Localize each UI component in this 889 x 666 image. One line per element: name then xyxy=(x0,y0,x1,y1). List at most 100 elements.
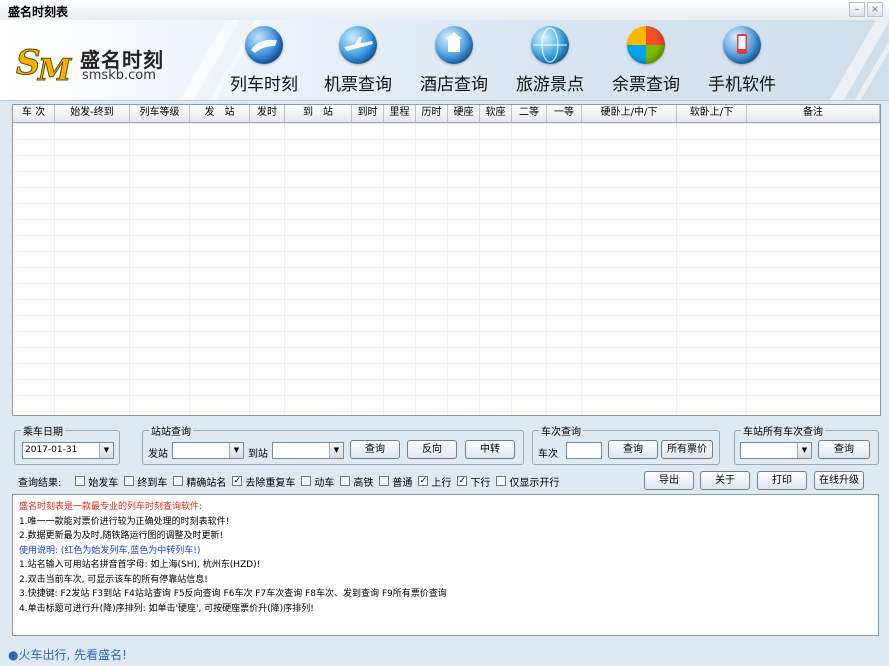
results-grid[interactable]: 车 次 始发-终到 列车等级 发 站 发时 到 站 到时 里程 历时 硬座 软座… xyxy=(12,104,881,416)
checkbox-unchecked[interactable] xyxy=(75,476,86,486)
info-line: 4.单击标题可进行升(降)序排列: 如单击'硬座', 可按硬座票价升(降)序排列… xyxy=(19,603,314,614)
info-line: 盛名时刻表是一款最专业的列车时刻查询软件: xyxy=(19,502,203,512)
filter-option[interactable]: ✓ 去除重复车 xyxy=(232,474,295,489)
info-line: 2.数据更新最为及时,随铁路运行图的调整及时更新! xyxy=(19,531,224,541)
station-all-query-button[interactable]: 查询 xyxy=(818,440,870,459)
online-upgrade-button[interactable]: 在线升级 xyxy=(814,471,864,490)
nav-label: 酒店查询 xyxy=(420,75,488,95)
print-button[interactable]: 打印 xyxy=(757,471,807,490)
filter-option[interactable]: 普通 xyxy=(379,474,412,489)
column-header[interactable]: 车 次 xyxy=(13,105,55,122)
checkbox-unchecked[interactable] xyxy=(173,476,184,486)
globe-icon xyxy=(531,26,569,64)
filter-option[interactable]: 仅显示开行 xyxy=(496,474,559,489)
filter-option[interactable]: 动车 xyxy=(301,474,334,489)
filter-option[interactable]: 精确站名 xyxy=(173,474,226,489)
column-header[interactable]: 发 站 xyxy=(190,105,250,122)
chevron-down-icon[interactable]: ▼ xyxy=(329,443,343,458)
filter-row: 查询结果: 始发车 终到车 精确站名 ✓ 去除重复车 动车 高铁 普通 ✓ 上行 ✓ 下行 仅显示开行 xyxy=(18,473,565,489)
from-station-label: 发站 xyxy=(148,449,168,460)
info-line: 2.双击当前车次, 可显示该车的所有停靠站信息! xyxy=(19,574,208,585)
info-line: 1.唯一一款能对票价进行较为正确处理的时刻表软件! xyxy=(19,516,230,527)
column-header[interactable]: 二等 xyxy=(512,105,547,122)
column-header[interactable]: 到时 xyxy=(352,105,384,122)
filter-option-label: 上行 xyxy=(431,477,452,489)
column-header[interactable]: 到 站 xyxy=(285,105,352,122)
about-button[interactable]: 关于 xyxy=(700,471,750,490)
station-query-button[interactable]: 查询 xyxy=(350,440,400,459)
filter-option[interactable]: 始发车 xyxy=(75,474,118,489)
from-station-combo[interactable]: ▼ xyxy=(172,442,244,459)
checkbox-unchecked[interactable] xyxy=(124,476,135,486)
reverse-query-button[interactable]: 反向 xyxy=(407,440,457,459)
info-panel: 盛名时刻表是一款最专业的列车时刻查询软件: 1.唯一一款能对票价进行较为正确处理的… xyxy=(12,494,879,636)
nav-mobile-software[interactable]: 手机软件 xyxy=(700,26,784,98)
filter-option[interactable]: 高铁 xyxy=(340,474,373,489)
nav-hotel-query[interactable]: 酒店查询 xyxy=(412,26,496,98)
column-header[interactable]: 一等 xyxy=(547,105,582,122)
grid-body[interactable] xyxy=(13,123,880,415)
date-picker[interactable]: 2017-01-31 ▼ xyxy=(22,442,114,459)
nav-tourist-spots[interactable]: 旅游景点 xyxy=(508,26,592,98)
column-header[interactable]: 硬卧上/中/下 xyxy=(582,105,677,122)
filter-option[interactable]: 终到车 xyxy=(124,474,167,489)
all-fares-button[interactable]: 所有票价 xyxy=(661,440,713,459)
checkbox-checked[interactable]: ✓ xyxy=(418,476,429,486)
close-button[interactable]: × xyxy=(867,2,883,17)
window-title: 盛名时刻表 xyxy=(8,5,69,19)
export-button[interactable]: 导出 xyxy=(644,471,694,490)
nav-label: 列车时刻 xyxy=(230,75,298,95)
nav-label: 旅游景点 xyxy=(516,75,584,95)
checkbox-checked[interactable]: ✓ xyxy=(232,476,243,486)
nav-train-schedule[interactable]: 列车时刻 xyxy=(222,26,306,98)
nav-label: 手机软件 xyxy=(708,75,776,95)
station-combo[interactable]: ▼ xyxy=(740,442,812,459)
chevron-down-icon[interactable]: ▼ xyxy=(229,443,243,458)
column-header[interactable]: 软卧上/下 xyxy=(677,105,747,122)
info-line: 3.快捷键: F2发站 F3到站 F4站站查询 F5反向查询 F6车次 F7车次… xyxy=(19,589,447,599)
train-group-legend: 车次查询 xyxy=(541,427,581,438)
checkbox-checked[interactable]: ✓ xyxy=(457,476,468,486)
train-number-input[interactable] xyxy=(566,442,602,459)
svg-text:M: M xyxy=(37,53,72,84)
to-station-label: 到站 xyxy=(248,449,268,460)
transfer-query-button[interactable]: 中转 xyxy=(465,440,515,459)
hotel-icon xyxy=(435,26,473,64)
nav-label: 机票查询 xyxy=(324,75,392,95)
filter-option-label: 普通 xyxy=(392,477,413,489)
filter-option-label: 精确站名 xyxy=(186,477,227,489)
nav-ticket-availability[interactable]: 余票查询 xyxy=(604,26,688,98)
column-header[interactable]: 备注 xyxy=(747,105,880,122)
info-line: 1.站名输入可用站名拼音首字母: 如上海(SH), 杭州东(HZD)! xyxy=(19,560,261,570)
train-query-button[interactable]: 查询 xyxy=(608,440,658,459)
minimize-button[interactable]: – xyxy=(849,2,865,17)
checkbox-unchecked[interactable] xyxy=(340,476,351,486)
grid-header: 车 次 始发-终到 列车等级 发 站 发时 到 站 到时 里程 历时 硬座 软座… xyxy=(13,105,880,123)
allstation-group-legend: 车站所有车次查询 xyxy=(743,427,823,438)
checkbox-unchecked[interactable] xyxy=(496,476,507,486)
column-header[interactable]: 列车等级 xyxy=(130,105,190,122)
info-line: 使用说明: (红色为始发列车,蓝色为中转列车!) xyxy=(19,545,201,556)
chevron-down-icon[interactable]: ▼ xyxy=(797,443,811,458)
nav-flight-query[interactable]: 机票查询 xyxy=(316,26,400,98)
column-header[interactable]: 始发-终到 xyxy=(55,105,130,122)
to-station-combo[interactable]: ▼ xyxy=(272,442,344,459)
chevron-down-icon[interactable]: ▼ xyxy=(99,443,113,458)
column-header[interactable]: 硬座 xyxy=(448,105,480,122)
filter-label: 查询结果: xyxy=(18,477,62,489)
filter-option-label: 下行 xyxy=(470,477,491,489)
filter-option[interactable]: ✓ 上行 xyxy=(418,474,451,489)
checkbox-unchecked[interactable] xyxy=(379,476,390,486)
column-header[interactable]: 发时 xyxy=(250,105,285,122)
column-header[interactable]: 历时 xyxy=(416,105,448,122)
filter-option-label: 始发车 xyxy=(88,477,119,489)
filter-option[interactable]: ✓ 下行 xyxy=(457,474,490,489)
filter-option-label: 终到车 xyxy=(137,477,168,489)
train-number-label: 车次 xyxy=(538,449,558,460)
column-header[interactable]: 软座 xyxy=(480,105,512,122)
checkbox-unchecked[interactable] xyxy=(301,476,312,486)
date-value: 2017-01-31 xyxy=(25,445,78,455)
date-group-legend: 乘车日期 xyxy=(23,427,63,438)
filter-option-label: 仅显示开行 xyxy=(509,477,560,489)
column-header[interactable]: 里程 xyxy=(384,105,416,122)
